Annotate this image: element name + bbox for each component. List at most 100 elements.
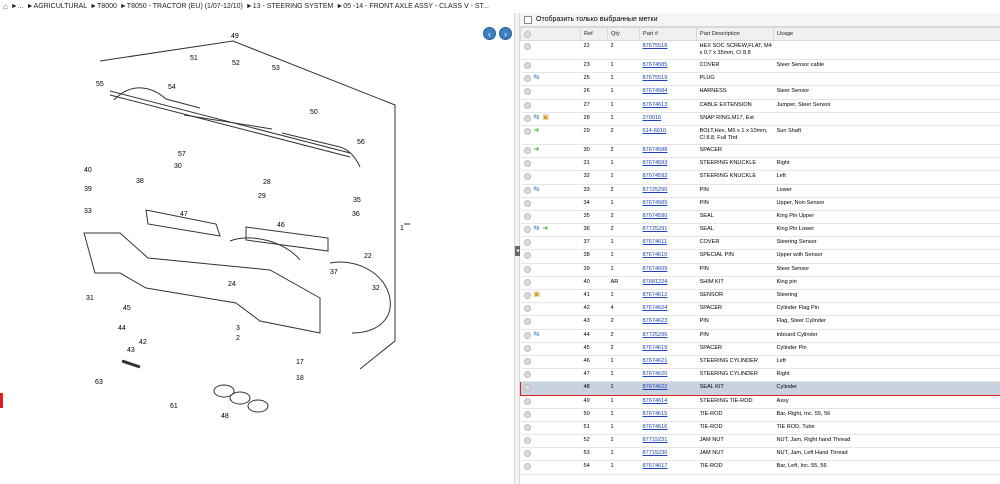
part-number-link[interactable]: 87674611 <box>643 239 667 245</box>
table-row[interactable]: 37 1 87674611 COVER Steering Sensor <box>520 236 1000 251</box>
selected-only-filter[interactable]: Отобразить только выбранные метки <box>520 13 1000 27</box>
part-number-link[interactable]: 87725290 <box>643 187 668 193</box>
part-number-link[interactable]: 87674585 <box>643 62 668 68</box>
table-row[interactable]: 23 1 87674585 COVER Steer Sensor cable <box>520 59 1000 74</box>
row-qty: 2 <box>607 223 640 238</box>
part-number-link[interactable]: 87674590 <box>643 213 668 219</box>
table-row[interactable]: 38 1 87674610 SPECIAL PIN Upper with Sensor <box>520 249 1000 264</box>
part-number-link[interactable]: 87674588 <box>643 147 668 153</box>
callout-label: 31 <box>86 295 94 302</box>
right-icon[interactable]: ➜ <box>534 127 540 135</box>
table-row[interactable]: 32 1 87674592 STEERING KNUCKLE Left <box>520 170 1000 185</box>
part-number-link[interactable]: 87674613 <box>643 102 668 108</box>
swap-icon[interactable]: ⇆ <box>534 186 540 194</box>
box-icon[interactable]: ▣ <box>542 114 549 122</box>
row-description: JAM NUT <box>696 447 774 462</box>
table-row[interactable]: 47 1 87674620 STEERING CYLINDER Right <box>520 368 1000 383</box>
table-row[interactable]: 26 1 87674584 HARNESS Steer Sensor <box>520 85 1000 100</box>
part-number-link[interactable]: 87674622 <box>643 384 668 390</box>
part-number-link[interactable]: 87674615 <box>643 411 668 417</box>
part-number-link[interactable]: 87674616 <box>643 424 668 430</box>
table-row[interactable]: 39 1 87674609 PIN Steer Sensor <box>520 263 1000 277</box>
part-number-link[interactable]: 87674624 <box>643 305 668 311</box>
table-row[interactable]: 51 1 87674616 TIE-ROD TIE ROD, Tube <box>520 421 1000 436</box>
table-row[interactable]: ➜ 30 2 87674588 SPACER <box>520 144 1000 159</box>
part-number-link[interactable]: 87674623 <box>643 318 668 324</box>
part-number-link[interactable]: 87715230 <box>643 450 668 456</box>
table-row[interactable]: 34 1 87674589 PIN Upper, Non-Sensor <box>520 197 1000 211</box>
part-number-link[interactable]: 87674621 <box>643 358 668 364</box>
swap-icon[interactable]: ⇆ <box>534 331 540 339</box>
header-description[interactable]: Part Description <box>696 27 774 41</box>
part-number-link[interactable]: 87675518 <box>643 43 668 49</box>
part-number-link[interactable]: 87674584 <box>643 88 668 94</box>
part-number-link[interactable]: 87674612 <box>643 292 668 298</box>
breadcrumb-item[interactable]: ►AGRICULTURAL <box>27 3 87 10</box>
table-row[interactable]: ➜ 29 2 614-6010 BOLT,Hex, M6 x 1 x 10mm, Cl … <box>520 125 1000 145</box>
box-icon[interactable]: ▣ <box>534 291 541 299</box>
table-row[interactable]: ▣ 41 1 87674612 SENSOR Steering <box>520 289 1000 304</box>
part-number-link[interactable]: 87681224 <box>643 279 668 285</box>
right-icon[interactable]: ➜ <box>534 146 540 154</box>
part-number-link[interactable]: 87674614 <box>643 398 668 404</box>
right-icon[interactable]: ➜ <box>542 225 548 233</box>
row-part: 87674590 <box>639 210 697 225</box>
table-row[interactable]: ⇆ ▣ 28 1 370016 SNAP RING,M17, Ext <box>520 112 1000 126</box>
status-dot-icon <box>523 199 531 207</box>
part-number-link[interactable]: 370016 <box>643 115 662 121</box>
table-row[interactable]: 22 2 87675518 HEX SOC SCREW,FLAT, M4 x 0.7 … <box>520 40 1000 60</box>
breadcrumb-item[interactable]: ►05 -14 - FRONT AXLE ASSY - CLASS V - ST… <box>336 3 489 10</box>
swap-icon[interactable]: ⇆ <box>534 75 540 82</box>
breadcrumb-item[interactable]: ►13 - STEERING SYSTEM <box>246 3 333 10</box>
header-usage[interactable]: Usage <box>773 27 1000 41</box>
table-row[interactable]: 50 1 87674615 TIE-ROD Bar, Right, Inc. 55, 5… <box>520 408 1000 422</box>
table-row[interactable]: ⇆ 44 2 87725296 PIN Inboard Cylinder <box>520 329 1000 343</box>
part-number-link[interactable]: 614-6010 <box>643 128 667 134</box>
part-number-link[interactable]: 87674593 <box>643 160 668 166</box>
row-status <box>520 342 581 356</box>
table-row[interactable]: 31 1 87674593 STEERING KNUCKLE Right <box>520 157 1000 172</box>
header-part[interactable]: Part # <box>639 27 697 41</box>
part-number-link[interactable]: 87674610 <box>643 252 668 258</box>
table-row[interactable]: 45 2 87674619 SPACER Cylinder Pin <box>520 342 1000 356</box>
callout-label: 37 <box>330 269 338 276</box>
table-row[interactable]: 35 2 87674590 SEAL King Pin Upper <box>520 210 1000 225</box>
row-qty: 1 <box>607 85 640 100</box>
table-row[interactable]: 53 1 87715230 JAM NUT NUT, Jam, Left Hand Th… <box>520 447 1000 462</box>
callout-label: 2 <box>236 335 240 342</box>
breadcrumb-item[interactable]: ►T8000 <box>90 3 117 10</box>
part-number-link[interactable]: 87674619 <box>643 345 668 351</box>
table-row[interactable]: 27 1 87674613 CABLE EXTENSION Jumper, Steer … <box>520 99 1000 113</box>
part-number-link[interactable]: 87674620 <box>643 371 668 377</box>
home-icon[interactable]: ⌂ <box>3 2 8 11</box>
table-row[interactable]: 49 1 87674614 STEERING TIE-ROD Assy <box>520 395 1000 409</box>
table-row[interactable]: ⇆ ➜ 36 2 87725291 SEAL King Pin Lower <box>520 223 1000 238</box>
breadcrumb-item[interactable]: ►T8050 - TRACTOR (EU) (1/07-12/10) <box>120 3 243 10</box>
table-row[interactable]: 48 1 87674622 SEAL KIT Cylinder <box>520 381 1000 396</box>
part-number-link[interactable]: 87715231 <box>643 437 668 443</box>
swap-icon[interactable]: ⇆ <box>534 225 540 233</box>
breadcrumb-item[interactable]: ►... <box>11 3 24 10</box>
callout-label: 30 <box>174 163 182 170</box>
row-usage: Steering <box>773 289 1000 304</box>
header-qty[interactable]: Qty <box>607 27 640 41</box>
part-number-link[interactable]: 87674617 <box>643 463 668 469</box>
table-row[interactable]: 40 AR 87681224 SHIM KIT King pin <box>520 276 1000 291</box>
part-number-link[interactable]: 87725291 <box>643 226 668 232</box>
part-number-link[interactable]: 87674592 <box>643 173 668 179</box>
table-row[interactable]: 43 2 87674623 PIN Flag, Steer Cylinder <box>520 315 1000 330</box>
part-number-link[interactable]: 87674589 <box>643 200 668 206</box>
table-row[interactable]: 54 1 87674617 TIE-ROD Bar, Left, Inc. 55, 56 <box>520 460 1000 475</box>
swap-icon[interactable]: ⇆ <box>534 114 540 122</box>
table-row[interactable]: 46 1 87674621 STEERING CYLINDER Left <box>520 355 1000 370</box>
header-ref[interactable]: Ref <box>580 27 608 41</box>
row-ref: 45 <box>580 342 608 356</box>
table-row[interactable]: ⇆ 25 1 87675519 PLUG <box>520 72 1000 87</box>
filter-checkbox[interactable] <box>524 15 532 24</box>
table-row[interactable]: 52 1 87715231 JAM NUT NUT, Jam, Right hand T… <box>520 434 1000 449</box>
table-row[interactable]: ⇆ 33 2 87725290 PIN Lower <box>520 184 1000 198</box>
table-row[interactable]: 42 4 87674624 SPACER Cylinder Flag Pin <box>520 302 1000 317</box>
part-number-link[interactable]: 87725296 <box>643 332 668 338</box>
part-number-link[interactable]: 87675519 <box>643 75 668 81</box>
part-number-link[interactable]: 87674609 <box>643 266 668 272</box>
